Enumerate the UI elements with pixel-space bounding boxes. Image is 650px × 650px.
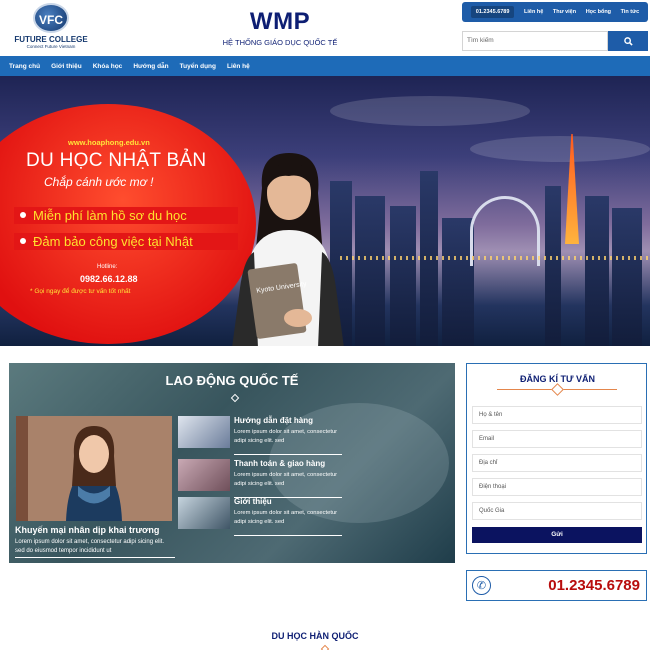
search-icon — [623, 37, 633, 46]
topbar-hotline[interactable]: 01.2345.6789 — [470, 6, 515, 18]
page: VFC FUTURE COLLEGE Connect Future Vietna… — [0, 0, 650, 650]
banner-subtitle: Chắp cánh ước mơ ! — [44, 175, 154, 189]
nav-item-tuyen-dung[interactable]: Tuyển dụng — [180, 63, 216, 70]
hotline-box[interactable]: ✆ 01.2345.6789 — [466, 570, 647, 601]
item-desc: Lorem ipsum dolor sit amet, consectetur … — [234, 429, 338, 444]
topbar-link-thu-vien[interactable]: Thư viện — [553, 9, 576, 15]
banner-bullet: Miễn phí làm hồ sơ du học — [14, 207, 238, 224]
banner-hotline-label: Hotline: — [97, 264, 118, 270]
banner-title: DU HỌC NHẬT BẢN — [26, 150, 207, 171]
phone-field[interactable]: Điện thoại — [472, 478, 642, 496]
item-desc: Lorem ipsum dolor sit amet, consectetur … — [234, 472, 338, 487]
skyline-building — [545, 186, 561, 346]
nav-item-gioi-thieu[interactable]: Giới thiệu — [51, 63, 82, 70]
phone-icon: ✆ — [472, 576, 491, 595]
search-button[interactable] — [608, 31, 648, 51]
logo-name: FUTURE COLLEGE — [14, 35, 88, 44]
list-item[interactable]: Hướng dẫn đặt hàng Lorem ipsum dolor sit… — [178, 416, 342, 455]
topbar-link-lien-he[interactable]: Liên hệ — [524, 9, 543, 15]
banner-bullet: Đảm bảo công việc tại Nhật — [14, 233, 238, 250]
nav-item-lien-he[interactable]: Liên hệ — [227, 63, 250, 70]
ornament-icon — [230, 393, 240, 403]
logo[interactable]: VFC FUTURE COLLEGE Connect Future Vietna… — [14, 3, 88, 53]
brand: WMP HỆ THỐNG GIÁO DỤC QUỐC TẾ — [200, 8, 360, 47]
banner-hotline: 0982.66.12.88 — [80, 274, 138, 284]
featured-photo — [16, 416, 172, 521]
labor-section: LAO ĐỘNG QUỐC TẾ Khuyến mại nhân dịp kha… — [9, 363, 455, 563]
list-item[interactable]: Giới thiệu Lorem ipsum dolor sit amet, c… — [178, 497, 342, 536]
featured-desc: Lorem ipsum dolor sit amet, consectetur … — [15, 538, 175, 558]
divider — [234, 535, 342, 536]
divider — [234, 454, 342, 455]
item-thumbnail[interactable] — [178, 459, 230, 491]
cloud — [330, 96, 530, 126]
banner-note: * Gọi ngay để được tư vấn tốt nhất — [30, 288, 131, 295]
item-thumbnail[interactable] — [178, 497, 230, 529]
brand-title: WMP — [249, 8, 311, 35]
address-field[interactable]: Địa chỉ — [472, 454, 642, 472]
hotline-number[interactable]: 01.2345.6789 — [548, 577, 640, 594]
section-title-korea: DU HỌC HÀN QUỐC — [271, 631, 359, 641]
cloud — [470, 136, 650, 162]
item-desc: Lorem ipsum dolor sit amet, consectetur … — [234, 510, 338, 525]
brand-subtitle: HỆ THỐNG GIÁO DỤC QUỐC TẾ — [222, 38, 338, 47]
name-field[interactable]: Họ & tên — [472, 406, 642, 424]
hero-banner[interactable]: www.hoaphong.edu.vn DU HỌC NHẬT BẢN Chắp… — [0, 76, 650, 346]
item-title[interactable]: Giới thiệu — [234, 497, 272, 506]
nav-item-huong-dan[interactable]: Hướng dẫn — [133, 63, 168, 70]
topbar-link-hoc-bong[interactable]: Học bổng — [586, 9, 611, 15]
item-title[interactable]: Thanh toán & giao hàng — [234, 459, 325, 468]
ornament-icon — [320, 644, 330, 650]
skyline-building — [612, 208, 642, 346]
logo-badge: VFC — [33, 3, 69, 33]
list-item[interactable]: Thanh toán & giao hàng Lorem ipsum dolor… — [178, 459, 342, 498]
country-field[interactable]: Quốc Gia — [472, 502, 642, 520]
student-photo: Kyoto University — [232, 153, 344, 346]
search-input[interactable]: Tìm kiếm — [462, 31, 608, 51]
section-title: LAO ĐỘNG QUỐC TẾ — [165, 373, 299, 388]
top-bar: 01.2345.6789 Liên hệ Thư viện Học bổng T… — [462, 2, 648, 22]
nav-item-khoa-hoc[interactable]: Khóa học — [93, 63, 123, 70]
item-thumbnail[interactable] — [178, 416, 230, 448]
header: VFC FUTURE COLLEGE Connect Future Vietna… — [0, 0, 650, 56]
item-title[interactable]: Hướng dẫn đặt hàng — [234, 416, 313, 425]
topbar-link-tin-tuc[interactable]: Tin tức — [621, 9, 640, 15]
skyline-building — [585, 196, 609, 346]
main-nav: Trang chủ Giới thiệu Khóa học Hướng dẫn … — [0, 56, 650, 76]
logo-tagline: Connect Future Vietnam — [26, 44, 76, 49]
banner-url: www.hoaphong.edu.vn — [68, 138, 150, 147]
consult-form: ĐĂNG KÍ TƯ VẤN Họ & tên Email Địa chỉ Đi… — [466, 363, 647, 554]
email-field[interactable]: Email — [472, 430, 642, 448]
city-lights — [340, 256, 650, 260]
ornament-icon — [497, 389, 617, 390]
skyline-building — [390, 206, 416, 346]
submit-button[interactable]: Gửi — [472, 527, 642, 543]
nav-item-trang-chu[interactable]: Trang chủ — [9, 63, 40, 70]
featured-image[interactable] — [16, 416, 172, 521]
featured-title[interactable]: Khuyến mại nhân dịp khai trương — [15, 525, 159, 535]
